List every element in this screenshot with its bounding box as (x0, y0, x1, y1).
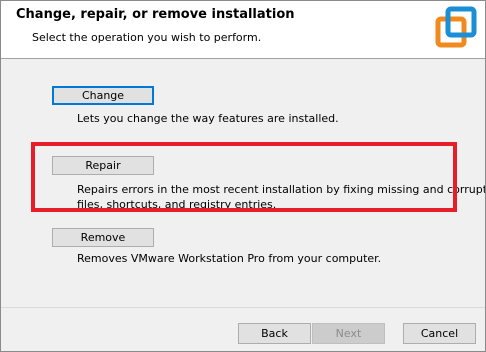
page-subtitle: Select the operation you wish to perform… (32, 31, 262, 44)
cancel-button[interactable]: Cancel (403, 323, 476, 344)
remove-button[interactable]: Remove (52, 228, 154, 247)
installer-dialog: Change, repair, or remove installation S… (0, 0, 486, 352)
repair-highlight-box (31, 142, 457, 212)
change-description: Lets you change the way features are ins… (77, 112, 339, 125)
footer-divider (1, 307, 485, 308)
remove-description: Removes VMware Workstation Pro from your… (77, 252, 382, 265)
back-button[interactable]: Back (238, 323, 311, 344)
next-button[interactable]: Next (312, 323, 385, 344)
change-button[interactable]: Change (52, 86, 154, 105)
vmware-logo-icon (433, 6, 479, 52)
header-panel: Change, repair, or remove installation S… (1, 1, 485, 59)
page-title: Change, repair, or remove installation (16, 7, 295, 22)
